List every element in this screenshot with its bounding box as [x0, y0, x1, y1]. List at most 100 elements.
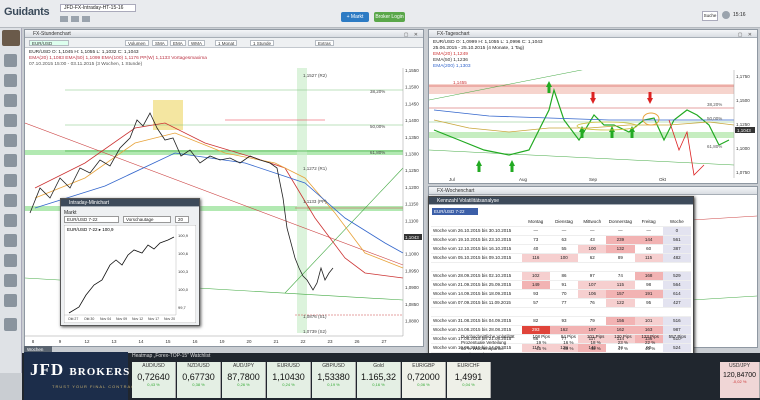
avatar[interactable] [2, 30, 20, 46]
toolbar-sma[interactable]: SMA [152, 40, 168, 46]
cell-value: — [521, 226, 550, 236]
home-icon[interactable] [60, 16, 68, 22]
mini-symbol-input[interactable]: EUR/USD 7-22 [64, 216, 119, 223]
toolbar-extras[interactable]: Extras [315, 40, 334, 46]
x-tick-label: 15 [165, 339, 171, 344]
cell-value: 57 [521, 298, 550, 308]
daily-level-label: 1,1455 [453, 80, 467, 85]
search-input[interactable]: Suche [702, 11, 718, 21]
chart-icon[interactable] [4, 54, 17, 67]
tile-change: 0,04 % [462, 382, 475, 387]
table-row[interactable]: Woche vom 12.10.2015 bis 16.10.2015 40 55 1… [431, 244, 691, 254]
heatmap-tile[interactable]: NZD/USD 0,67730 0,38 % [177, 362, 221, 398]
mini-x-tick: Nov 17 [148, 317, 159, 321]
cell-value [578, 307, 607, 317]
book-icon[interactable] [4, 234, 17, 247]
cell-value: 63 [549, 235, 579, 245]
mini-chart-title[interactable]: Intraday-Minichart [61, 199, 199, 207]
heatmap-tile[interactable]: AUD/JPY 87,7800 0,26 % [222, 362, 266, 398]
table-row[interactable]: Woche vom 19.10.2015 bis 23.10.2015 73 63 4… [431, 235, 691, 245]
daily-chart-title[interactable]: FX-Tageschart ▢ ✕ [429, 30, 757, 38]
week-label: Woche vom 12.10.2015 bis 16.10.2015 [431, 244, 522, 254]
daily-window-controls-icon[interactable]: ▢ ✕ [738, 31, 754, 39]
mini-days-select[interactable]: Vorschautage [123, 216, 171, 223]
tile-name: EUR/CHF [457, 363, 480, 369]
toolbar-wma[interactable]: WMA [188, 40, 205, 46]
symbol-select[interactable]: EUR/USD [29, 40, 69, 46]
cell-value: 122 [606, 298, 635, 308]
app-logo[interactable]: Guidants [4, 6, 50, 18]
heatmap-tile[interactable]: EUR/USD 1,10430 0,24 % [267, 362, 311, 398]
heatmap-tile[interactable]: EUR/CHF 1,4991 0,04 % [447, 362, 491, 398]
cell-value: 115 [606, 280, 635, 290]
tile-name: EUR/USD [277, 363, 300, 369]
broker-login-button[interactable]: Broker Login [374, 12, 405, 22]
user-icon[interactable] [722, 11, 730, 19]
week-label: Woche vom 19.10.2015 bis 23.10.2015 [431, 235, 522, 245]
heatmap-tile[interactable]: AUD/USD 0,72640 0,43 % [132, 362, 176, 398]
x-tick-label: 13 [111, 339, 117, 344]
table-row[interactable]: Woche vom 14.09.2015 bis 18.09.2015 93 70 1… [431, 289, 691, 299]
layout-icon[interactable] [71, 16, 79, 22]
nav-icons [60, 16, 210, 24]
toolbar-interval[interactable]: 1 Stunde [250, 40, 275, 46]
cell-value: 101 [634, 316, 663, 326]
table-row[interactable]: Woche vom 26.10.2015 bis 30.10.2015— — — — —… [431, 226, 691, 236]
table-row[interactable] [431, 307, 691, 317]
y-tick-label: 1,1250 [405, 168, 419, 173]
weekly-chart-title[interactable]: FX-Wochenchart [429, 187, 757, 195]
fib-618: 61,80% [370, 150, 385, 155]
mini-y-tick: 100,6 [178, 251, 189, 256]
volatility-title[interactable]: Kennzahl Volatilitätsanalyse [429, 197, 693, 205]
table-row[interactable]: Woche vom 07.09.2015 bis 11.09.2015 57 77 7… [431, 298, 691, 308]
toolbar-period[interactable]: 1 Monat [215, 40, 238, 46]
message-icon[interactable] [4, 174, 17, 187]
cell-value: — [578, 226, 607, 236]
folder-icon[interactable] [4, 194, 17, 207]
plus-icon[interactable] [4, 318, 17, 331]
cell-value: — [634, 226, 663, 236]
browser-tab[interactable]: JFD-FX-Intraday-HT-15-16 [60, 4, 136, 12]
hourly-chart-title[interactable]: FX-Stundenchart ▢ ✕ [25, 30, 423, 38]
cell-value: 156 [606, 316, 635, 326]
people-icon[interactable] [4, 254, 17, 267]
tools-icon[interactable] [4, 214, 17, 227]
table-row[interactable]: Woche vom 31.08.2015 bis 04.09.2015 82 93 7… [431, 316, 691, 326]
add-market-button[interactable]: + Markt [341, 12, 369, 22]
heatmap-tile[interactable]: EUR/GBP 0,72000 0,06 % [402, 362, 446, 398]
bell-icon[interactable] [4, 154, 17, 167]
table-row[interactable] [431, 262, 691, 272]
volatility-symbol-select[interactable]: EUR/USD 7-22 [432, 208, 478, 215]
mini-x-tick: Nov 09 [116, 317, 127, 321]
mini-chart[interactable]: EUR/USD 7-22 ▸ 100,9 100,9 100,6 100,3 100,… [64, 225, 196, 323]
toolbar-volumen[interactable]: Volumen [125, 40, 149, 46]
daily-price-chart[interactable]: 1,1455 1,1750 1,1500 1,1250 1,1000 1,0750 Ju… [429, 70, 757, 183]
refresh-icon[interactable] [82, 16, 90, 22]
gear-icon[interactable] [4, 294, 17, 307]
x-tick-label: 26 [354, 339, 360, 344]
cell-value: 614 [662, 289, 691, 299]
news-icon[interactable] [4, 114, 17, 127]
heatmap-tile-last[interactable]: USD/JPY 120,84700 -0,02 % [720, 362, 760, 398]
x-tick-label: 19 [219, 339, 225, 344]
daily-month-label: Okt [659, 177, 667, 182]
cell-value: 79 [578, 316, 607, 326]
list-icon[interactable] [4, 74, 17, 87]
y-tick-label: 1,0900 [405, 285, 419, 290]
star-icon[interactable] [4, 94, 17, 107]
help-icon[interactable] [4, 274, 17, 287]
col-wed: Mittwoch [578, 217, 607, 227]
table-row[interactable]: Woche vom 21.09.2015 bis 25.09.2015 149 91… [431, 280, 691, 290]
toolbar-ema[interactable]: EMA [170, 40, 186, 46]
tile-value: 1,4991 [454, 372, 483, 382]
heatmap-title: Heatmap „Forex-TOP-15“ Watchlist [132, 353, 211, 359]
mini-days-input[interactable]: 20 [175, 216, 189, 223]
heatmap-tile[interactable]: GBP/USD 1,53380 0,19 % [312, 362, 356, 398]
y-tick-label: 1,1150 [405, 202, 419, 207]
table-row[interactable]: Woche vom 05.10.2015 bis 09.10.2015 116 10… [431, 253, 691, 263]
heatmap-tile[interactable]: Gold 1.165,32 0,16 % [357, 362, 401, 398]
cell-value [634, 307, 663, 317]
table-row[interactable]: Woche vom 28.09.2015 bis 02.10.2015 102 86… [431, 271, 691, 281]
calendar-icon[interactable] [4, 134, 17, 147]
cell-value: 191 [634, 289, 663, 299]
